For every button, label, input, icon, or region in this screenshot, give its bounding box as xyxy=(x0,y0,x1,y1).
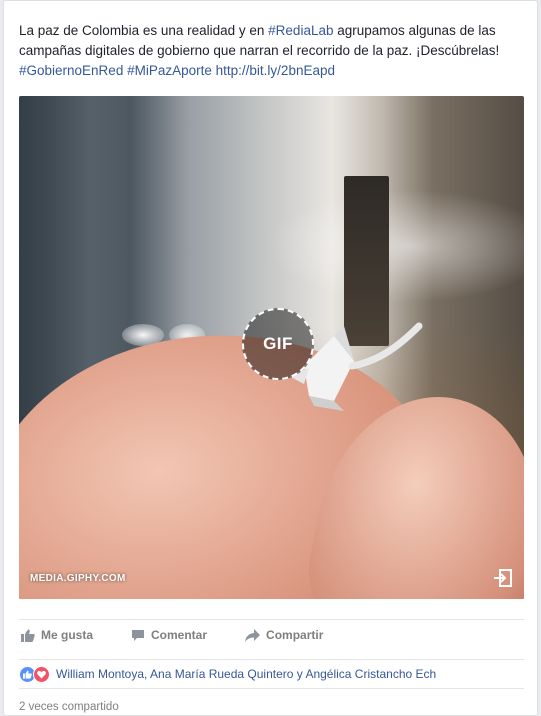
comment-button[interactable]: Comentar xyxy=(131,628,207,642)
hashtag-redialab[interactable]: #RediaLab xyxy=(268,23,333,38)
post-link[interactable]: http://bit.ly/2bnEapd xyxy=(216,63,335,78)
share-count[interactable]: 2 veces compartido xyxy=(19,701,119,713)
thumbs-up-icon xyxy=(21,629,35,642)
gif-media[interactable]: GIF MEDIA.GIPHY.COM xyxy=(19,96,524,599)
comment-label: Comentar xyxy=(151,628,208,642)
like-button[interactable]: Me gusta xyxy=(21,628,93,642)
share-label: Compartir xyxy=(266,628,324,642)
post-text: La paz de Colombia es una realidad y en … xyxy=(19,21,529,81)
hashtag-mipazaporte[interactable]: #MiPazAporte xyxy=(127,63,212,78)
reactions-summary[interactable]: William Montoya, Ana María Rueda Quinter… xyxy=(19,659,524,689)
reaction-names-link[interactable]: William Montoya, Ana María Rueda Quinter… xyxy=(56,667,436,681)
gif-play-badge[interactable]: GIF xyxy=(242,308,314,380)
share-icon xyxy=(245,628,261,642)
reaction-icons xyxy=(19,665,50,683)
post-text-part: La paz de Colombia es una realidad y en xyxy=(19,23,269,38)
open-external-icon[interactable] xyxy=(493,568,513,588)
hashtag-gobiernoenred[interactable]: #GobiernoEnRed xyxy=(19,63,123,78)
like-label: Me gusta xyxy=(41,628,94,642)
love-reaction-icon xyxy=(33,665,50,683)
share-button[interactable]: Compartir xyxy=(245,628,323,642)
giphy-source-label[interactable]: MEDIA.GIPHY.COM xyxy=(30,573,126,584)
facebook-post: La paz de Colombia es una realidad y en … xyxy=(3,0,538,716)
post-actions-bar: Me gusta Comentar Compartir xyxy=(19,619,524,650)
comment-icon xyxy=(132,629,145,641)
